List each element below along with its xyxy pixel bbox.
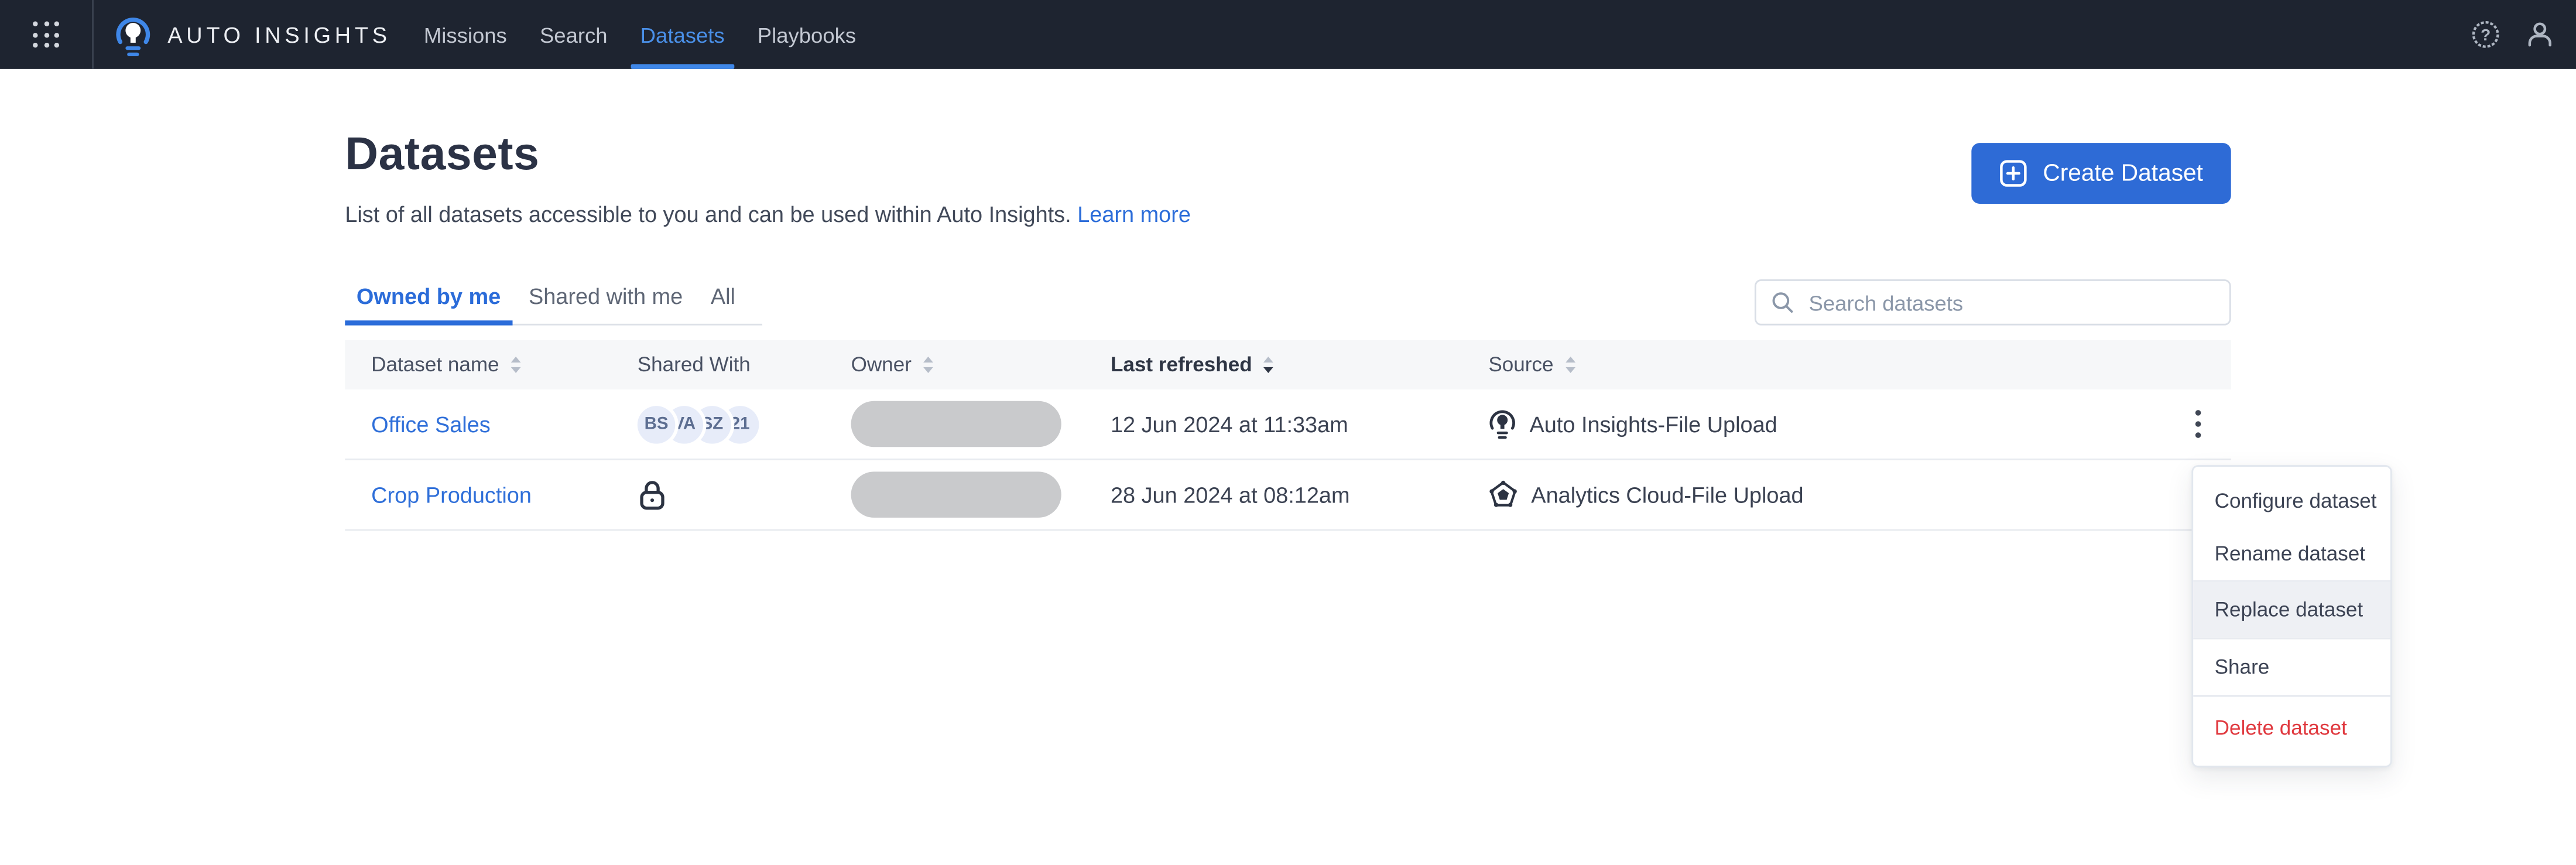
dataset-tabs: Owned by me Shared with me All: [345, 271, 762, 326]
menu-item-configure-dataset[interactable]: Configure dataset: [2193, 475, 2390, 528]
main-content: Datasets List of all datasets accessible…: [345, 69, 2231, 531]
menu-item-share[interactable]: Share: [2193, 640, 2390, 695]
primary-nav: Missions Search Datasets Playbooks: [407, 0, 872, 69]
auto-insights-bulb-icon: [1488, 408, 1516, 440]
search-datasets-input[interactable]: [1805, 288, 2215, 317]
learn-more-link[interactable]: Learn more: [1077, 202, 1191, 227]
search-icon: [1771, 291, 1794, 314]
source-cell: Analytics Cloud-File Upload: [1488, 480, 2165, 510]
page-title: Datasets: [345, 128, 540, 179]
sort-icon: [511, 356, 521, 373]
lightbulb-logo-icon: [115, 12, 151, 57]
owner-redacted-pill: [851, 401, 1061, 447]
nav-item-playbooks[interactable]: Playbooks: [741, 0, 872, 69]
row-actions-kebab-button[interactable]: [2178, 401, 2218, 447]
search-datasets-box: [1754, 279, 2231, 326]
source-label: Analytics Cloud-File Upload: [1531, 482, 1804, 507]
help-icon[interactable]: ?: [2471, 20, 2500, 50]
column-header-last-refreshed[interactable]: Last refreshed: [1111, 353, 1488, 377]
source-cell: Auto Insights-File Upload: [1488, 408, 2165, 440]
user-profile-icon[interactable]: [2525, 20, 2555, 50]
column-header-dataset-name[interactable]: Dataset name: [345, 353, 637, 377]
tab-all[interactable]: All: [699, 271, 746, 326]
column-header-owner[interactable]: Owner: [851, 353, 1111, 377]
app-screen: AUTO INSIGHTS Missions Search Datasets P…: [0, 0, 2576, 865]
svg-text:?: ?: [2481, 26, 2491, 44]
datasets-table: Dataset name Shared With Owner Last refr…: [345, 340, 2231, 531]
last-refreshed-value: 28 Jun 2024 at 08:12am: [1110, 482, 1350, 507]
top-navbar: AUTO INSIGHTS Missions Search Datasets P…: [0, 0, 2576, 69]
last-refreshed-value: 12 Jun 2024 at 11:33am: [1110, 411, 1348, 437]
table-header-row: Dataset name Shared With Owner Last refr…: [345, 340, 2231, 390]
list-toolbar: Owned by me Shared with me All: [345, 271, 2231, 326]
page-subtitle: List of all datasets accessible to you a…: [345, 202, 1191, 227]
analytics-cloud-icon: [1488, 480, 1518, 510]
tab-owned-by-me[interactable]: Owned by me: [345, 271, 512, 326]
avatar: BS: [637, 405, 676, 443]
table-row: Office Sales BS VA SZ 21 12 Jun 2024 at …: [345, 389, 2231, 460]
column-header-source[interactable]: Source: [1488, 353, 2165, 377]
column-header-shared-with: Shared With: [637, 353, 751, 377]
create-dataset-button[interactable]: Create Dataset: [1972, 143, 2231, 204]
sort-icon: [923, 356, 933, 373]
table-row: Crop Production 28 Jun 2024 at 08:12am A…: [345, 460, 2231, 531]
dataset-actions-context-menu: Configure dataset Rename dataset Replace…: [2191, 465, 2392, 768]
navbar-right-actions: ?: [2471, 20, 2576, 50]
grid-apps-icon: [33, 21, 60, 48]
menu-item-rename-dataset[interactable]: Rename dataset: [2193, 528, 2390, 580]
plus-square-icon: [2000, 159, 2028, 187]
kebab-icon: [2195, 410, 2201, 438]
shared-with-avatars: BS VA SZ 21: [637, 405, 851, 443]
source-label: Auto Insights-File Upload: [1529, 411, 1777, 437]
brand-name: AUTO INSIGHTS: [167, 22, 391, 47]
dataset-link-crop-production[interactable]: Crop Production: [371, 483, 532, 507]
nav-item-datasets[interactable]: Datasets: [624, 0, 741, 69]
dataset-link-office-sales[interactable]: Office Sales: [371, 412, 491, 436]
nav-item-missions[interactable]: Missions: [407, 0, 523, 69]
tab-shared-with-me[interactable]: Shared with me: [517, 271, 694, 326]
app-launcher-button[interactable]: [0, 0, 94, 69]
brand-home-link[interactable]: AUTO INSIGHTS: [115, 12, 390, 57]
nav-item-search[interactable]: Search: [523, 0, 624, 69]
menu-item-delete-dataset[interactable]: Delete dataset: [2193, 697, 2390, 758]
lock-icon: [638, 477, 667, 512]
owner-redacted-pill: [851, 471, 1061, 518]
sort-icon: [1565, 356, 1575, 373]
active-nav-underline: [630, 64, 735, 69]
sort-icon-descending: [1263, 356, 1274, 373]
menu-item-replace-dataset[interactable]: Replace dataset: [2193, 582, 2390, 638]
page-header: Datasets List of all datasets accessible…: [345, 69, 2231, 227]
